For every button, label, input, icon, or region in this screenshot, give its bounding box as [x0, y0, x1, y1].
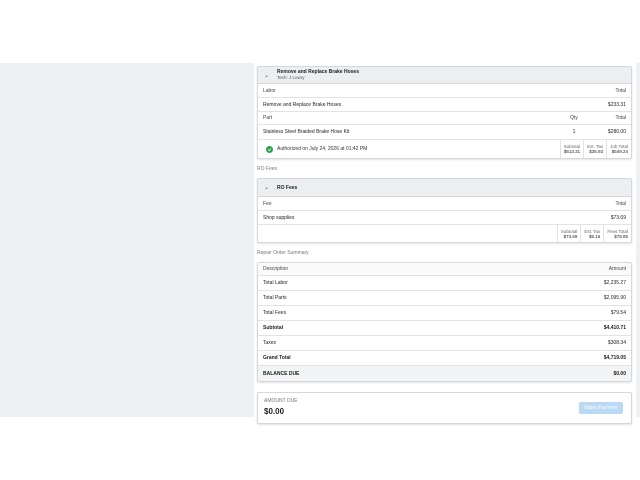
- part-total: $280.00: [607, 129, 626, 135]
- fees-footer: Subtotal $73.69 Est. Tax $5.16 Fees Tota…: [258, 225, 631, 242]
- fees-est-tax: Est. Tax $5.16: [580, 225, 603, 242]
- right-scroll-strip: [636, 63, 640, 417]
- fee-header-row: Fee Total: [258, 197, 631, 211]
- fee-total-header: Total: [615, 200, 626, 207]
- service-footer: Authorized on July 24, 2026 at 01:42 PM …: [258, 140, 631, 158]
- left-panel: [0, 63, 254, 417]
- service-card-header[interactable]: ⌄ Remove and Replace Brake Hoses Tech: J…: [258, 67, 631, 84]
- summary-amount: $79.54: [610, 310, 626, 316]
- subtotal-value: $513.31: [563, 149, 581, 154]
- part-header-row: Part Qty Total: [258, 112, 631, 125]
- labor-row: Remove and Replace Brake Hoses $233.31: [258, 98, 631, 112]
- service-est-tax: Est. Tax $35.93: [583, 140, 606, 158]
- summary-amount: $0.00: [613, 370, 626, 377]
- summary-amount: $4,410.71: [603, 325, 626, 331]
- ro-fees-section-label: RO Fees: [257, 166, 278, 172]
- fee-header: Fee: [263, 200, 272, 207]
- summary-row: Total Parts $2,095.90: [258, 291, 631, 306]
- ro-fees-card-header[interactable]: ⌄ RO Fees: [258, 179, 631, 197]
- labor-header: Labor: [263, 87, 276, 94]
- summary-row: Total Fees $79.54: [258, 306, 631, 321]
- summary-label: Total Fees: [263, 310, 287, 316]
- summary-row: Taxes $308.34: [258, 336, 631, 351]
- fee-total: $73.69: [610, 214, 626, 221]
- ro-fees-title: RO Fees: [277, 184, 298, 191]
- summary-amount: $308.34: [607, 340, 626, 346]
- part-qty: 1: [572, 129, 576, 135]
- make-payment-button[interactable]: Make Payment: [579, 402, 623, 414]
- fees-total-value: $78.85: [614, 233, 628, 239]
- summary-amount: $2,235.27: [603, 280, 626, 286]
- service-tech: Tech: J Lowry: [277, 75, 305, 80]
- summary-label: BALANCE DUE: [263, 370, 300, 377]
- summary-amount: $4,719.05: [603, 355, 626, 361]
- authorization-status: Authorized on July 24, 2026 at 01:42 PM: [258, 145, 560, 153]
- service-job-total: Job Total $549.24: [606, 140, 631, 158]
- service-card: ⌄ Remove and Replace Brake Hoses Tech: J…: [257, 66, 632, 159]
- service-totals: Subtotal $513.31 Est. Tax $35.93 Job Tot…: [559, 140, 631, 158]
- service-subtotal: Subtotal $513.31: [559, 140, 584, 158]
- summary-row-balance-due: BALANCE DUE $0.00: [258, 366, 631, 381]
- chevron-down-icon[interactable]: ⌄: [264, 184, 273, 191]
- amount-due-label: AMOUNT DUE: [264, 398, 298, 404]
- fee-name: Shop supplies: [263, 214, 295, 221]
- amount-header: Amount: [608, 266, 626, 272]
- fees-subtotal: Subtotal $73.69: [556, 225, 581, 242]
- description-header: Description: [263, 266, 289, 272]
- labor-name: Remove and Replace Brake Hoses: [263, 101, 342, 108]
- fee-row: Shop supplies $73.69: [258, 211, 631, 225]
- summary-label: Total Parts: [263, 295, 287, 301]
- chevron-down-icon[interactable]: ⌄: [264, 72, 273, 79]
- summary-amount: $2,095.90: [603, 295, 626, 301]
- fees-total: Fees Total $78.85: [603, 225, 631, 242]
- part-row: Stainless Steel Braided Brake Hose Kit 1…: [258, 125, 631, 140]
- check-circle-icon: [266, 145, 273, 153]
- summary-header-row: Description Amount: [258, 263, 631, 276]
- labor-total: $233.31: [607, 101, 626, 108]
- part-name: Stainless Steel Braided Brake Hose Kit: [263, 129, 350, 135]
- qty-header: Qty: [570, 115, 578, 121]
- amount-due-card: AMOUNT DUE $0.00 Make Payment: [257, 392, 632, 424]
- authorization-text: Authorized on July 24, 2026 at 01:42 PM: [277, 146, 368, 152]
- job-total-value: $549.24: [611, 149, 628, 154]
- fees-totals: Subtotal $73.69 Est. Tax $5.16 Fees Tota…: [556, 225, 631, 242]
- summary-label: Total Labor: [263, 280, 288, 286]
- summary-row-grand-total: Grand Total $4,719.05: [258, 351, 631, 366]
- labor-total-header: Total: [615, 87, 626, 94]
- summary-row-subtotal: Subtotal $4,410.71: [258, 321, 631, 336]
- part-total-header: Total: [615, 115, 626, 121]
- part-header: Part: [263, 115, 273, 121]
- summary-row: Total Labor $2,235.27: [258, 276, 631, 291]
- est-tax-value: $35.93: [589, 149, 604, 154]
- summary-section-label: Repair Order Summary: [257, 250, 309, 256]
- amount-due-value: $0.00: [264, 407, 285, 416]
- service-heading: Remove and Replace Brake Hoses Tech: J L…: [277, 69, 359, 81]
- ro-fees-card: ⌄ RO Fees Fee Total Shop supplies $73.69…: [257, 178, 632, 243]
- summary-card: Description Amount Total Labor $2,235.27…: [257, 262, 632, 382]
- summary-label: Taxes: [263, 340, 277, 346]
- summary-label: Grand Total: [263, 355, 291, 361]
- repair-order-content: ⌄ Remove and Replace Brake Hoses Tech: J…: [257, 66, 632, 424]
- subtotal-value: $73.69: [563, 233, 578, 239]
- summary-label: Subtotal: [263, 325, 283, 331]
- est-tax-value: $5.16: [589, 233, 601, 239]
- labor-header-row: Labor Total: [258, 84, 631, 98]
